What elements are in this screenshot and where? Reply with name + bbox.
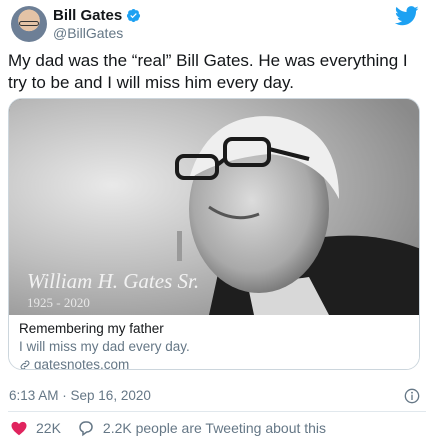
tweet-actions: 22K 2.2K people are Tweeting about this [10,419,342,437]
card-caption-years: 1925 - 2020 [27,295,90,310]
card-body[interactable]: Remembering my father I will miss my dad… [9,315,419,369]
card-description: I will miss my dad every day. [19,339,190,354]
author-name-row[interactable]: Bill Gates [53,7,141,24]
avatar[interactable] [11,6,47,42]
tweet-text: My dad was the “real” Bill Gates. He was… [8,51,408,92]
like-button[interactable]: 22K [10,419,61,437]
tweet-timestamp[interactable]: 6:13 AM · Sep 16, 2020 [9,388,151,403]
divider [8,411,426,412]
conversation-link[interactable]: 2.2K people are Tweeting about this [77,419,326,437]
card-title[interactable]: Remembering my father [19,321,164,336]
heart-icon [11,421,27,436]
info-icon[interactable] [404,388,420,404]
card-domain-text[interactable]: gatesnotes.com [34,357,129,369]
link-card[interactable]: William H. Gates Sr. 1925 - 2020 Remembe… [8,98,420,370]
card-domain[interactable]: gatesnotes.com [19,357,129,369]
conversation-text[interactable]: 2.2K people are Tweeting about this [103,420,326,436]
tweet-header: Bill Gates @BillGates [0,0,433,44]
author-display-name[interactable]: Bill Gates [53,7,122,24]
twitter-bird-icon[interactable] [395,6,419,26]
like-count: 22K [36,420,61,436]
card-image[interactable]: William H. Gates Sr. 1925 - 2020 [9,99,419,315]
verified-badge-icon [127,8,141,23]
link-icon [20,360,30,369]
author-handle[interactable]: @BillGates [53,25,123,41]
card-caption-name: William H. Gates Sr. [27,269,200,293]
reply-bubble-icon [79,421,93,437]
